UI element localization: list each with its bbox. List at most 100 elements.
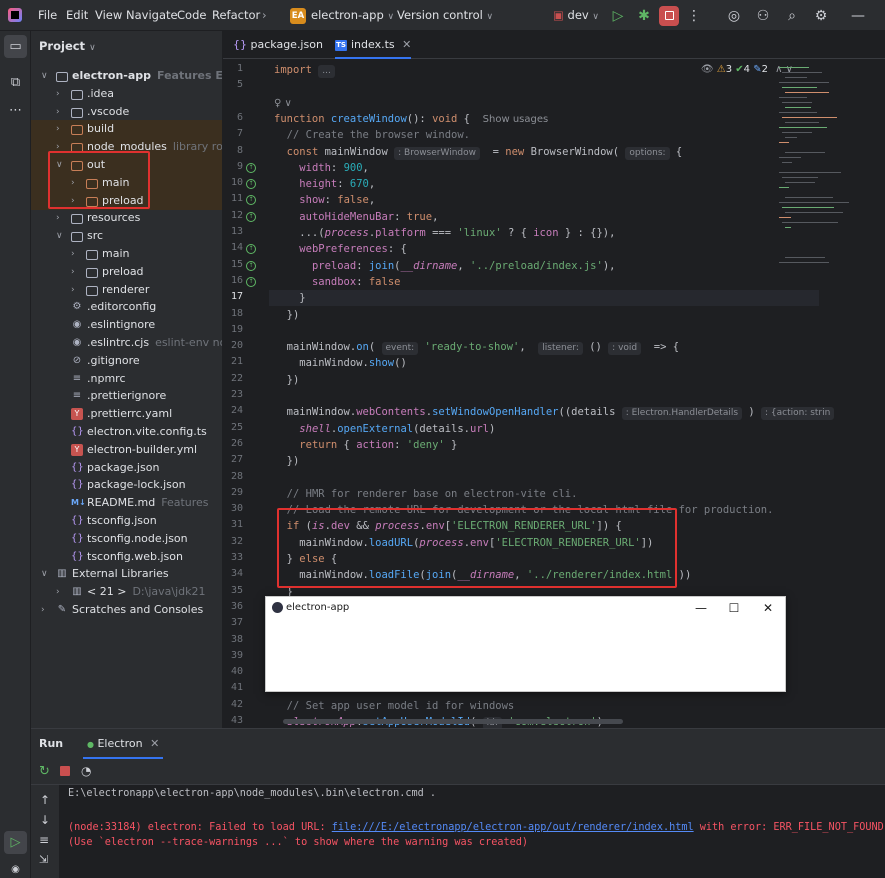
project-switcher[interactable]: electron-app ∨ (311, 0, 394, 31)
settings-gear-icon[interactable]: ⚙ (811, 6, 831, 26)
stop-icon[interactable] (659, 6, 679, 26)
code-line[interactable]: // HMR for renderer base on electron-vit… (274, 486, 578, 502)
code-line[interactable]: shell.openExternal(details.url) (274, 421, 495, 437)
tree-item[interactable]: {} tsconfig.node.json (31, 530, 222, 548)
code-line[interactable]: mainWindow.on( event: 'ready-to-show', l… (274, 339, 679, 356)
more-actions-icon[interactable]: ⋮ (684, 6, 704, 26)
minimize-icon[interactable]: — (848, 6, 868, 26)
code-minimap[interactable] (775, 59, 885, 299)
run-icon[interactable]: ▷ (608, 6, 628, 26)
services-icon[interactable]: ◉ (4, 858, 27, 878)
run-config-selector[interactable]: ▣ dev ∨ (553, 0, 599, 31)
tree-item[interactable]: ≡ .npmrc (31, 370, 222, 388)
chevron-right-icon[interactable]: › (71, 263, 75, 281)
implements-gutter-icon[interactable]: ↑ (246, 195, 256, 206)
code-line[interactable]: import ... (274, 62, 335, 78)
chevron-right-icon[interactable]: › (56, 85, 60, 103)
more-tools-icon[interactable]: ⋯ (4, 99, 27, 122)
window-maximize-icon[interactable]: ☐ (719, 598, 749, 618)
tree-item[interactable]: ∨ src (31, 227, 222, 245)
code-line[interactable]: }) (274, 307, 300, 323)
tree-item[interactable]: › ▥ < 21 > D:\java\jdk21 (31, 583, 222, 601)
run-tool-icon[interactable]: ▷ (4, 831, 27, 854)
project-tool-folder-icon[interactable]: ▭ (4, 35, 27, 58)
ide-logo-icon[interactable] (8, 8, 22, 22)
debug-view-icon[interactable]: ◔ (81, 764, 91, 778)
implements-gutter-icon[interactable]: ↑ (246, 211, 256, 222)
stop-run-icon[interactable] (60, 766, 70, 776)
implements-gutter-icon[interactable]: ↑ (246, 276, 256, 287)
error-file-link[interactable]: file:///E:/electronapp/electron-app/out/… (332, 822, 694, 833)
tree-item[interactable]: › preload (31, 263, 222, 281)
tree-item[interactable]: › build (31, 120, 222, 139)
tree-item[interactable]: {} package.json (31, 459, 222, 477)
menu-refactor[interactable]: Refactor (212, 0, 260, 31)
tree-item[interactable]: › .idea (31, 85, 222, 103)
implements-gutter-icon[interactable]: ↑ (246, 244, 256, 255)
tree-item[interactable]: ⊘ .gitignore (31, 352, 222, 370)
menu-view[interactable]: View (95, 0, 122, 31)
tab-package-json[interactable]: {} package.json (233, 31, 323, 59)
more-menus-chevron-icon[interactable]: › (262, 0, 267, 31)
code-line[interactable]: mainWindow.webContents.setWindowOpenHand… (274, 404, 835, 421)
close-tab-icon[interactable]: ✕ (402, 38, 411, 51)
code-line[interactable]: ...(process.platform === 'linux' ? { ico… (274, 225, 615, 241)
tree-item[interactable]: › main (31, 245, 222, 263)
code-line[interactable]: preload: join(__dirname, '../preload/ind… (274, 258, 616, 274)
close-run-tab-icon[interactable]: ✕ (150, 737, 159, 750)
chevron-right-icon[interactable]: › (56, 103, 60, 121)
tree-item[interactable]: ≡ .prettierignore (31, 387, 222, 405)
rerun-icon[interactable]: ↻ (39, 764, 50, 779)
electron-app-window[interactable]: electron-app — ☐ ✕ (265, 596, 786, 692)
add-user-icon[interactable]: ⚇ (753, 6, 773, 26)
vcs-widget[interactable]: Version control ∨ (397, 0, 493, 31)
tree-item[interactable]: ∨ ▥ External Libraries (31, 565, 222, 583)
tree-item[interactable]: › renderer (31, 281, 222, 299)
implements-gutter-icon[interactable]: ↑ (246, 162, 256, 173)
tree-item[interactable]: ∨ electron-app Features E:\electronapp (31, 67, 222, 85)
soft-wrap-icon[interactable]: ≡ (39, 833, 49, 847)
chevron-down-icon[interactable]: ∨ (56, 227, 63, 245)
code-line[interactable]: return { action: 'deny' } (274, 437, 457, 453)
code-line[interactable]: webPreferences: { (274, 241, 406, 257)
tree-item[interactable]: ⚙ .editorconfig (31, 298, 222, 316)
chevron-right-icon[interactable]: › (56, 583, 60, 601)
code-line[interactable]: }) (274, 372, 300, 388)
code-line[interactable]: // Create the browser window. (274, 127, 470, 143)
code-line[interactable]: height: 670, (274, 176, 375, 192)
tree-item[interactable]: {} tsconfig.json (31, 512, 222, 530)
window-close-icon[interactable]: ✕ (753, 598, 783, 618)
code-line[interactable]: } (269, 290, 819, 307)
code-line[interactable]: function createWindow(): void { Show usa… (274, 111, 548, 127)
code-line[interactable]: show: false, (274, 192, 375, 208)
scroll-up-icon[interactable]: ↑ (40, 793, 50, 807)
chevron-down-icon[interactable]: ∨ (41, 67, 48, 85)
tree-item[interactable]: ◉ .eslintrc.cjs eslint-env node (31, 334, 222, 352)
tree-item[interactable]: Yelectron-builder.yml (31, 441, 222, 459)
chevron-right-icon[interactable]: › (56, 209, 60, 227)
window-minimize-icon[interactable]: — (686, 598, 716, 618)
code-line[interactable]: }) (274, 453, 300, 469)
tab-index-ts[interactable]: TS index.ts ✕ (335, 31, 412, 59)
debug-icon[interactable]: ✱ (634, 6, 654, 26)
code-line[interactable]: ♀ ∨ (274, 95, 292, 111)
chevron-down-icon[interactable]: ∨ (41, 565, 48, 583)
tree-item[interactable]: › ✎ Scratches and Consoles (31, 601, 222, 619)
tree-item[interactable]: {} package-lock.json (31, 476, 222, 494)
structure-icon[interactable]: ⧉ (4, 71, 27, 94)
code-line[interactable]: // Set app user model id for windows (274, 698, 515, 714)
implements-gutter-icon[interactable]: ↑ (246, 179, 256, 190)
code-line[interactable]: autoHideMenuBar: true, (274, 209, 438, 225)
code-line[interactable]: sandbox: false (274, 274, 401, 290)
tree-item[interactable]: {} tsconfig.web.json (31, 548, 222, 566)
run-tab-electron[interactable]: ● Electron ✕ (83, 729, 164, 759)
tree-item[interactable]: Y .prettierrc.yaml (31, 405, 222, 423)
tree-item[interactable]: ◉ .eslintignore (31, 316, 222, 334)
scroll-to-end-icon[interactable]: ⇲ (39, 853, 48, 866)
code-line[interactable]: mainWindow.show() (274, 355, 407, 371)
tree-item[interactable]: {} electron.vite.config.ts (31, 423, 222, 441)
menu-file[interactable]: File (38, 0, 57, 31)
horizontal-scrollbar[interactable] (283, 719, 623, 724)
menu-edit[interactable]: Edit (66, 0, 88, 31)
scroll-down-icon[interactable]: ↓ (40, 813, 50, 827)
